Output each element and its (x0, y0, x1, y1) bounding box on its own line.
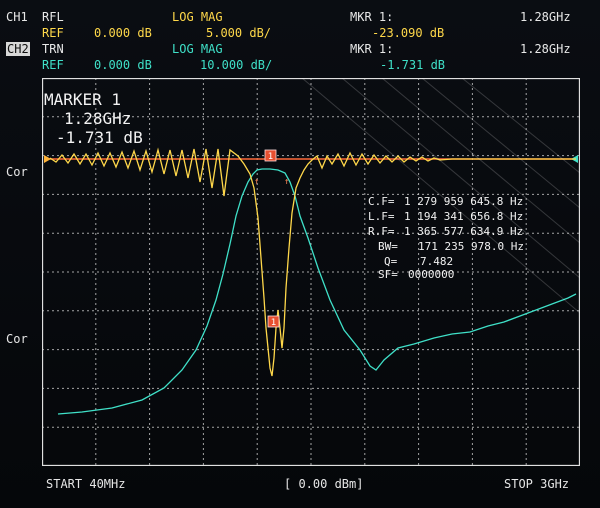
marker-tag-top[interactable]: 1 (264, 149, 277, 162)
ch1-mode: RFL (42, 10, 64, 24)
ch1-id: CH1 (6, 10, 28, 24)
ch1-scale: 5.000 dB/ (206, 26, 272, 40)
ch1-ref-value: 0.000 dB (94, 26, 152, 40)
stat-lf-label: L.F= (368, 210, 395, 223)
ch1-format: LOG MAG (172, 10, 223, 24)
stat-sf-value: 0000000 (408, 268, 455, 281)
ch2-mkr-value: -1.731 dB (380, 58, 446, 72)
stat-rf-label: R.F= (368, 225, 395, 238)
ch1-mkr-freq: 1.28GHz (520, 10, 571, 24)
start-frequency[interactable]: START 40MHz (46, 477, 125, 491)
reference-left-arrow-icon (44, 155, 51, 163)
stat-bw-value: 171 235 978.0 Hz (418, 240, 524, 253)
ch2-id: CH2 (6, 42, 30, 56)
left-freq-marker-icon: ↑ (254, 177, 259, 187)
ch2-ref-value: 0.000 dB (94, 58, 152, 72)
stop-frequency[interactable]: STOP 3GHz (504, 477, 569, 491)
stat-q-label: Q= (384, 255, 398, 268)
right-freq-marker-icon: ↑ (284, 177, 289, 187)
analyzer-screen: CH1 RFL LOG MAG MKR 1: 1.28GHz REF 0.000… (0, 0, 600, 508)
ch1-mkr-value: -23.090 dB (372, 26, 445, 40)
side-label-upper: Cor (6, 165, 28, 179)
stat-q-value: 7.482 (420, 255, 454, 268)
ch1-mkr-label: MKR 1: (350, 10, 394, 24)
ch2-scale: 10.000 dB/ (200, 58, 273, 72)
side-label-lower: Cor (6, 332, 28, 346)
stat-rf-value: 1 365 577 634.9 Hz (404, 225, 524, 238)
marker-tag-top-label: 1 (268, 152, 273, 162)
ch2-mkr-freq: 1.28GHz (520, 42, 571, 56)
stat-lf-value: 1 194 341 656.8 Hz (404, 210, 524, 223)
ch2-format: LOG MAG (172, 42, 223, 56)
marker-tag-bottom-label: 1 (271, 318, 276, 328)
stat-sf-label: SF= (378, 268, 398, 281)
stat-bw-label: BW= (378, 240, 398, 253)
marker-title: MARKER 1 (44, 90, 122, 109)
ch2-mkr-label: MKR 1: (350, 42, 394, 56)
marker-value: -1.731 dB (56, 128, 143, 147)
ch2-id-label: CH2 (6, 42, 30, 56)
marker-freq: 1.28GHz (64, 109, 132, 128)
ch2-mode: TRN (42, 42, 64, 56)
stat-cf-label: C.F= (368, 195, 395, 208)
reflection-trace (49, 147, 576, 377)
ch1-ref-label: REF (42, 26, 64, 40)
stat-cf-value: 1 279 959 645.8 Hz (404, 195, 524, 208)
ch2-ref-label: REF (42, 58, 64, 72)
source-power[interactable]: [ 0.00 dBm] (284, 477, 363, 491)
marker-tag-bottom[interactable]: 1 (267, 315, 280, 328)
